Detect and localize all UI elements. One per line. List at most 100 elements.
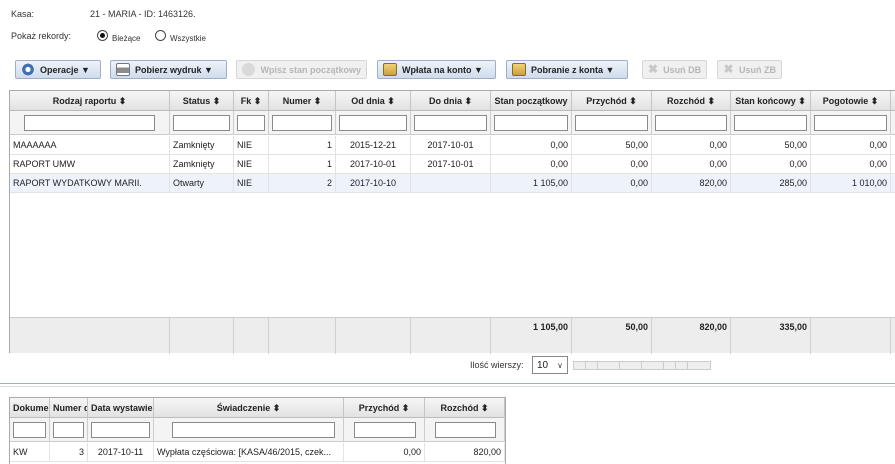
detail-filter-date-input[interactable] xyxy=(91,422,150,438)
filter-closing-balance-input[interactable] xyxy=(734,115,807,131)
cell-from-date: 2017-10-10 xyxy=(336,174,411,193)
detail-col-expense[interactable]: Rozchód ⬍ xyxy=(425,398,505,418)
total-standby xyxy=(811,318,891,354)
radio-all-group[interactable]: Wszystkie xyxy=(155,28,206,43)
total-status xyxy=(170,318,234,354)
filter-from-date-input[interactable] xyxy=(339,115,407,131)
cell-expense: 0,00 xyxy=(652,136,731,155)
filter-status-input[interactable] xyxy=(173,115,230,131)
radio-all[interactable] xyxy=(155,30,166,41)
cell-report-type: RAPORT WYDATKOWY MARII. xyxy=(10,174,170,193)
main-grid-header: Rodzaj raportu ⬍ Status ⬍ Fk ⬍ Numer ⬍ O… xyxy=(10,91,895,111)
col-header-report-type[interactable]: Rodzaj raportu ⬍ xyxy=(10,91,170,111)
radio-current-label: Bieżące xyxy=(112,34,141,43)
deposit-icon xyxy=(383,63,397,76)
col-header-expense[interactable]: Rozchód ⬍ xyxy=(652,91,731,111)
delete-zb-button[interactable]: ✖ Usuń ZB xyxy=(717,60,782,79)
filter-standby-input[interactable] xyxy=(814,115,887,131)
cell-from-date: 2015-12-21 xyxy=(336,136,411,155)
page-number-box[interactable] xyxy=(598,362,620,369)
cell-closing-balance: 285,00 xyxy=(731,174,811,193)
cell-fk: NIE xyxy=(234,155,269,174)
deposit-button[interactable]: Wpłata na konto ▼ xyxy=(377,60,496,79)
kasa-value: 21 - MARIA - ID: 1463126. xyxy=(90,9,196,19)
cell-number: 1 xyxy=(269,136,336,155)
filter-fk-input[interactable] xyxy=(237,115,265,131)
cell-report-type: MAAAAAA xyxy=(10,136,170,155)
panel-splitter-line xyxy=(0,386,895,387)
col-header-fk[interactable]: Fk ⬍ xyxy=(234,91,269,111)
total-report-type xyxy=(10,318,170,354)
deposit-label: Wpłata na konto ▼ xyxy=(402,64,483,75)
radio-current[interactable] xyxy=(97,30,108,41)
next-page-button[interactable] xyxy=(664,362,676,369)
cell-income: 0,00 xyxy=(572,155,652,174)
withdraw-label: Pobranie z konta ▼ xyxy=(531,64,615,75)
total-from-date xyxy=(336,318,411,354)
col-header-status[interactable]: Status ⬍ xyxy=(170,91,234,111)
first-page-button[interactable] xyxy=(574,362,586,369)
detail-grid-header: Dokume Numer d Data wystawie Świadczenie… xyxy=(10,398,505,418)
radio-current-group[interactable]: Bieżące xyxy=(97,28,140,43)
detail-filter-expense-input[interactable] xyxy=(435,422,496,438)
print-label: Pobierz wydruk ▼ xyxy=(135,64,213,75)
cell-opening-balance: 1 105,00 xyxy=(491,174,572,193)
detail-col-number[interactable]: Numer d xyxy=(50,398,88,418)
cell-status: Zamknięty xyxy=(170,155,234,174)
cell-status: Zamknięty xyxy=(170,136,234,155)
col-header-standby[interactable]: Pogotowie ⬍ xyxy=(811,91,891,111)
detail-col-issue-date[interactable]: Data wystawie xyxy=(88,398,154,418)
cell-closing-balance: 0,00 xyxy=(731,155,811,174)
col-header-to-date[interactable]: Do dnia ⬍ xyxy=(411,91,491,111)
cell-expense: 820,00 xyxy=(652,174,731,193)
detail-cell-date: 2017-10-11 xyxy=(88,443,154,462)
prev-page-button[interactable] xyxy=(586,362,598,369)
detail-col-income[interactable]: Przychód ⬍ xyxy=(344,398,425,418)
col-header-closing-balance[interactable]: Stan końcowy ⬍ xyxy=(731,91,811,111)
operations-button[interactable]: Operacje ▼ xyxy=(15,60,101,79)
detail-col-service[interactable]: Świadczenie ⬍ xyxy=(154,398,344,418)
cell-opening-balance: 0,00 xyxy=(491,136,572,155)
detail-filter-service-input[interactable] xyxy=(172,422,335,438)
page-count-box xyxy=(620,362,642,369)
filter-to-date-input[interactable] xyxy=(414,115,487,131)
delete-db-button[interactable]: ✖ Usuń DB xyxy=(642,60,707,79)
last-page-button[interactable] xyxy=(676,362,688,369)
pagination-bar xyxy=(573,361,711,370)
detail-table-row[interactable]: KW 3 2017-10-11 Wypłata częściowa: [KASA… xyxy=(10,443,505,462)
filter-expense-input[interactable] xyxy=(655,115,727,131)
detail-filter-number-input[interactable] xyxy=(53,422,84,438)
total-expense: 820,00 xyxy=(652,318,731,354)
print-button[interactable]: Pobierz wydruk ▼ xyxy=(110,60,227,79)
radio-all-label: Wszystkie xyxy=(170,34,206,43)
col-header-opening-balance[interactable]: Stan początkowy xyxy=(491,91,572,111)
initial-state-label: Wpisz stan początkowy xyxy=(260,64,361,75)
total-income: 50,00 xyxy=(572,318,652,354)
delete-zb-label: Usuń ZB xyxy=(739,64,776,75)
col-header-number[interactable]: Numer ⬍ xyxy=(269,91,336,111)
detail-filter-income-input[interactable] xyxy=(354,422,416,438)
initial-state-button[interactable]: Wpisz stan początkowy xyxy=(236,60,367,79)
rows-per-page-select[interactable]: 10 ∨ xyxy=(532,356,568,374)
table-row[interactable]: MAAAAAA Zamknięty NIE 1 2015-12-21 2017-… xyxy=(10,136,895,155)
filter-number-input[interactable] xyxy=(272,115,332,131)
page-info-box xyxy=(642,362,664,369)
table-row-selected[interactable]: RAPORT WYDATKOWY MARII. Otwarty NIE 2 20… xyxy=(10,174,895,193)
detail-col-document[interactable]: Dokume xyxy=(10,398,50,418)
cell-fk: NIE xyxy=(234,136,269,155)
col-header-from-date[interactable]: Od dnia ⬍ xyxy=(336,91,411,111)
cell-to-date xyxy=(411,174,491,193)
detail-filter-document-input[interactable] xyxy=(13,422,46,438)
detail-cell-number: 3 xyxy=(50,443,88,462)
cell-expense: 0,00 xyxy=(652,155,731,174)
table-row[interactable]: RAPORT UMW Zamknięty NIE 1 2017-10-01 20… xyxy=(10,155,895,174)
filter-report-type-input[interactable] xyxy=(24,115,155,131)
delete-icon: ✖ xyxy=(648,62,659,76)
operations-label: Operacje ▼ xyxy=(40,64,90,75)
total-fk xyxy=(234,318,269,354)
panel-splitter[interactable] xyxy=(0,383,895,384)
col-header-income[interactable]: Przychód ⬍ xyxy=(572,91,652,111)
filter-opening-balance-input[interactable] xyxy=(494,115,568,131)
withdraw-button[interactable]: Pobranie z konta ▼ xyxy=(506,60,628,79)
filter-income-input[interactable] xyxy=(575,115,648,131)
